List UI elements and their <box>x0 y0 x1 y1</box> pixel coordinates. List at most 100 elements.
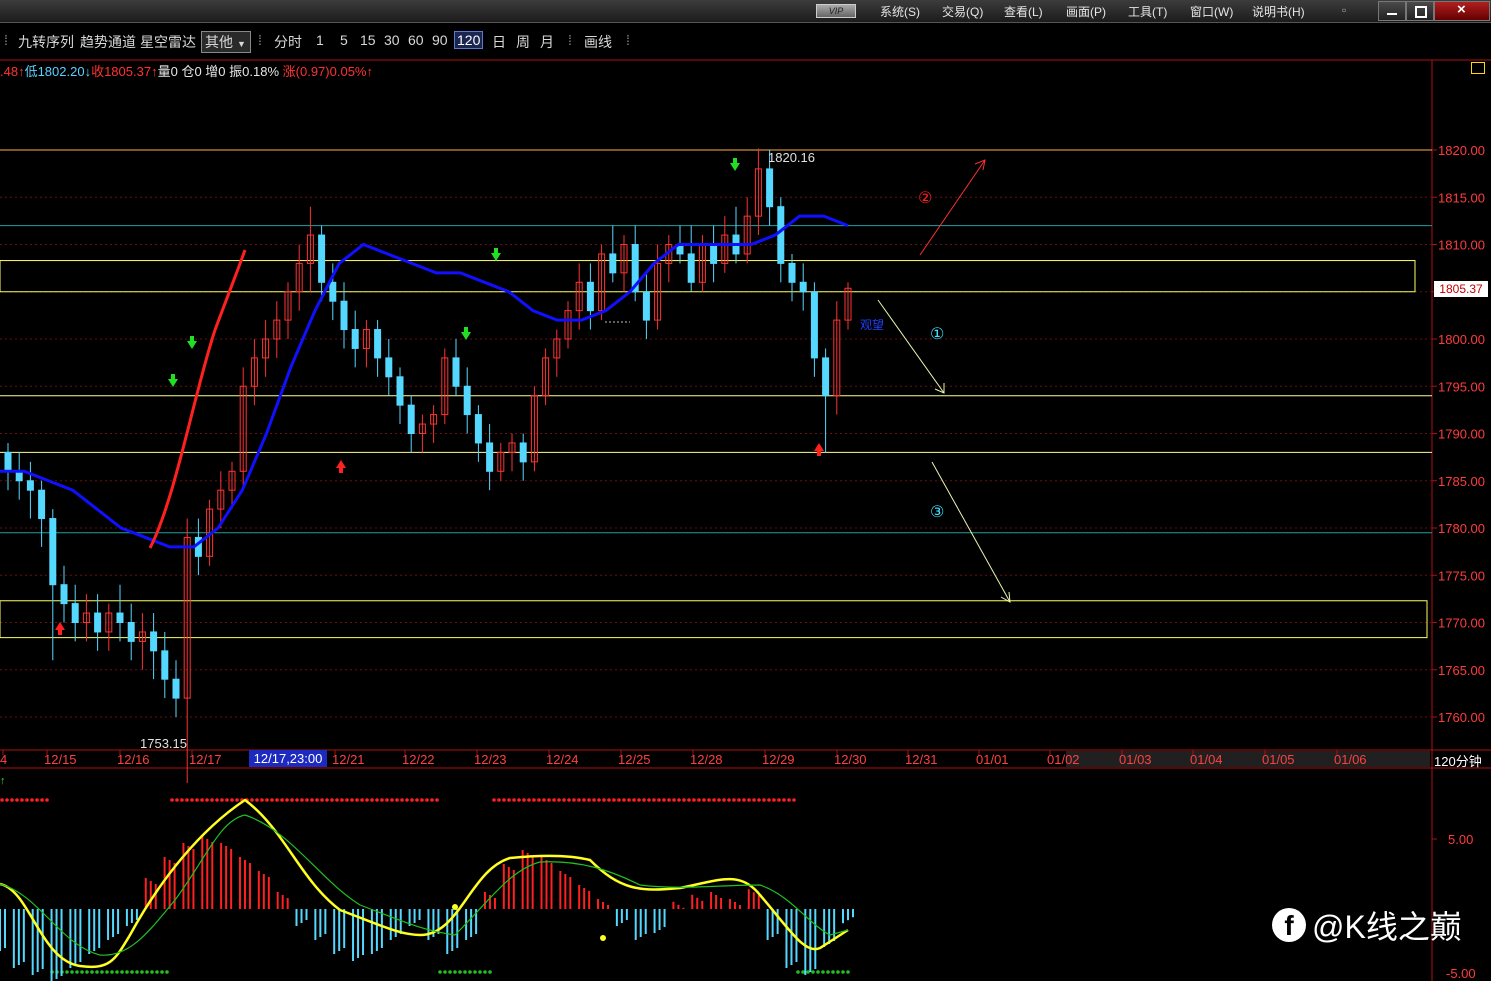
signal-dot <box>270 798 274 802</box>
x-tick-label: 01/01 <box>976 752 1009 767</box>
signal-dot <box>483 970 487 974</box>
candle-body <box>4 451 12 472</box>
candle-body <box>161 650 169 680</box>
signal-dot <box>180 798 184 802</box>
candle-body <box>71 603 79 623</box>
signal-dot <box>497 798 501 802</box>
signal-dot <box>657 798 661 802</box>
x-tick-label: 01/06 <box>1334 752 1367 767</box>
signal-dot <box>45 798 49 802</box>
signal-dot <box>200 798 204 802</box>
y-tick-label: 1795.00 <box>1438 379 1485 394</box>
signal-dot <box>522 798 526 802</box>
signal-dot <box>120 970 124 974</box>
candle-body <box>474 414 482 444</box>
signal-dot <box>40 798 44 802</box>
signal-dot <box>95 970 99 974</box>
signal-dot <box>492 798 496 802</box>
signal-dot <box>463 970 467 974</box>
y-tick-label: 1760.00 <box>1438 710 1485 725</box>
candle-body <box>486 442 494 472</box>
signal-dot <box>395 798 399 802</box>
signal-dot <box>340 798 344 802</box>
signal-dot <box>443 970 447 974</box>
signal-dot <box>841 970 845 974</box>
facebook-icon: f <box>1272 908 1306 942</box>
candle-body <box>407 404 415 434</box>
signal-dot <box>782 798 786 802</box>
signal-dot <box>195 798 199 802</box>
signal-dot <box>752 798 756 802</box>
signal-dot <box>35 798 39 802</box>
signal-dot <box>315 798 319 802</box>
signal-dot <box>602 798 606 802</box>
signal-dot <box>557 798 561 802</box>
macd-tick-label: -5.00 <box>1446 966 1476 981</box>
signal-dot <box>150 970 154 974</box>
candle-body <box>49 518 57 586</box>
signal-dot <box>547 798 551 802</box>
period-label: 120分钟 <box>1434 754 1482 769</box>
signal-dot <box>747 798 751 802</box>
signal-dot <box>542 798 546 802</box>
y-tick-label: 1790.00 <box>1438 427 1485 442</box>
signal-dot <box>772 798 776 802</box>
signal-dot <box>637 798 641 802</box>
signal-dot <box>420 798 424 802</box>
path-label-3: ③ <box>930 504 944 521</box>
signal-dot <box>80 970 84 974</box>
signal-dot <box>777 798 781 802</box>
sell-signal-icon <box>733 158 737 163</box>
signal-dot <box>448 970 452 974</box>
signal-dot <box>295 798 299 802</box>
signal-dot <box>787 798 791 802</box>
signal-dot <box>562 798 566 802</box>
y-tick-label: 1815.00 <box>1438 190 1485 205</box>
y-tick-label: 1780.00 <box>1438 521 1485 536</box>
signal-dot <box>305 798 309 802</box>
high-price-label: 1820.16 <box>768 150 815 165</box>
signal-dot <box>300 798 304 802</box>
signal-dot <box>430 798 434 802</box>
price-chart[interactable]: ② ① ③ 观望 1820.16 1753.15 1820.00 1815.00 1810.0… <box>0 0 1491 981</box>
signal-dot <box>235 798 239 802</box>
buy-signal-icon <box>339 468 343 473</box>
candle-body <box>94 612 102 633</box>
candle-body <box>687 253 695 283</box>
signal-dot <box>502 798 506 802</box>
signal-dot <box>70 970 74 974</box>
x-tick-label: 12/28 <box>690 752 723 767</box>
signal-dot <box>512 798 516 802</box>
signal-dot <box>170 798 174 802</box>
x-tick-label: 12/29 <box>762 752 795 767</box>
candle-body <box>822 357 830 397</box>
signal-dot <box>577 798 581 802</box>
y-tick-label: 1785.00 <box>1438 474 1485 489</box>
candle-body <box>116 612 124 623</box>
macd-tick-label: 5.00 <box>1448 832 1473 847</box>
sell-signal-icon <box>464 327 468 332</box>
candle-body <box>463 385 471 416</box>
candle-body <box>26 480 34 491</box>
x-tick-label: 12/17 <box>189 752 222 767</box>
signal-dot <box>792 798 796 802</box>
signal-dot <box>801 970 805 974</box>
signal-dot <box>742 798 746 802</box>
path-arrow-1 <box>877 299 945 394</box>
candle-body <box>340 300 348 331</box>
signal-dot <box>425 798 429 802</box>
candle-body <box>586 281 594 312</box>
signal-dot <box>453 970 457 974</box>
path-label-2: ② <box>918 190 932 207</box>
signal-dot <box>435 798 439 802</box>
signal-dot <box>85 970 89 974</box>
signal-dot <box>473 970 477 974</box>
buy-signal-icon <box>817 451 821 456</box>
signal-dot <box>415 798 419 802</box>
signal-dot <box>438 970 442 974</box>
signal-dot <box>826 970 830 974</box>
signal-dot <box>145 970 149 974</box>
signal-dot <box>707 798 711 802</box>
signal-dot <box>280 798 284 802</box>
signal-dot <box>360 798 364 802</box>
